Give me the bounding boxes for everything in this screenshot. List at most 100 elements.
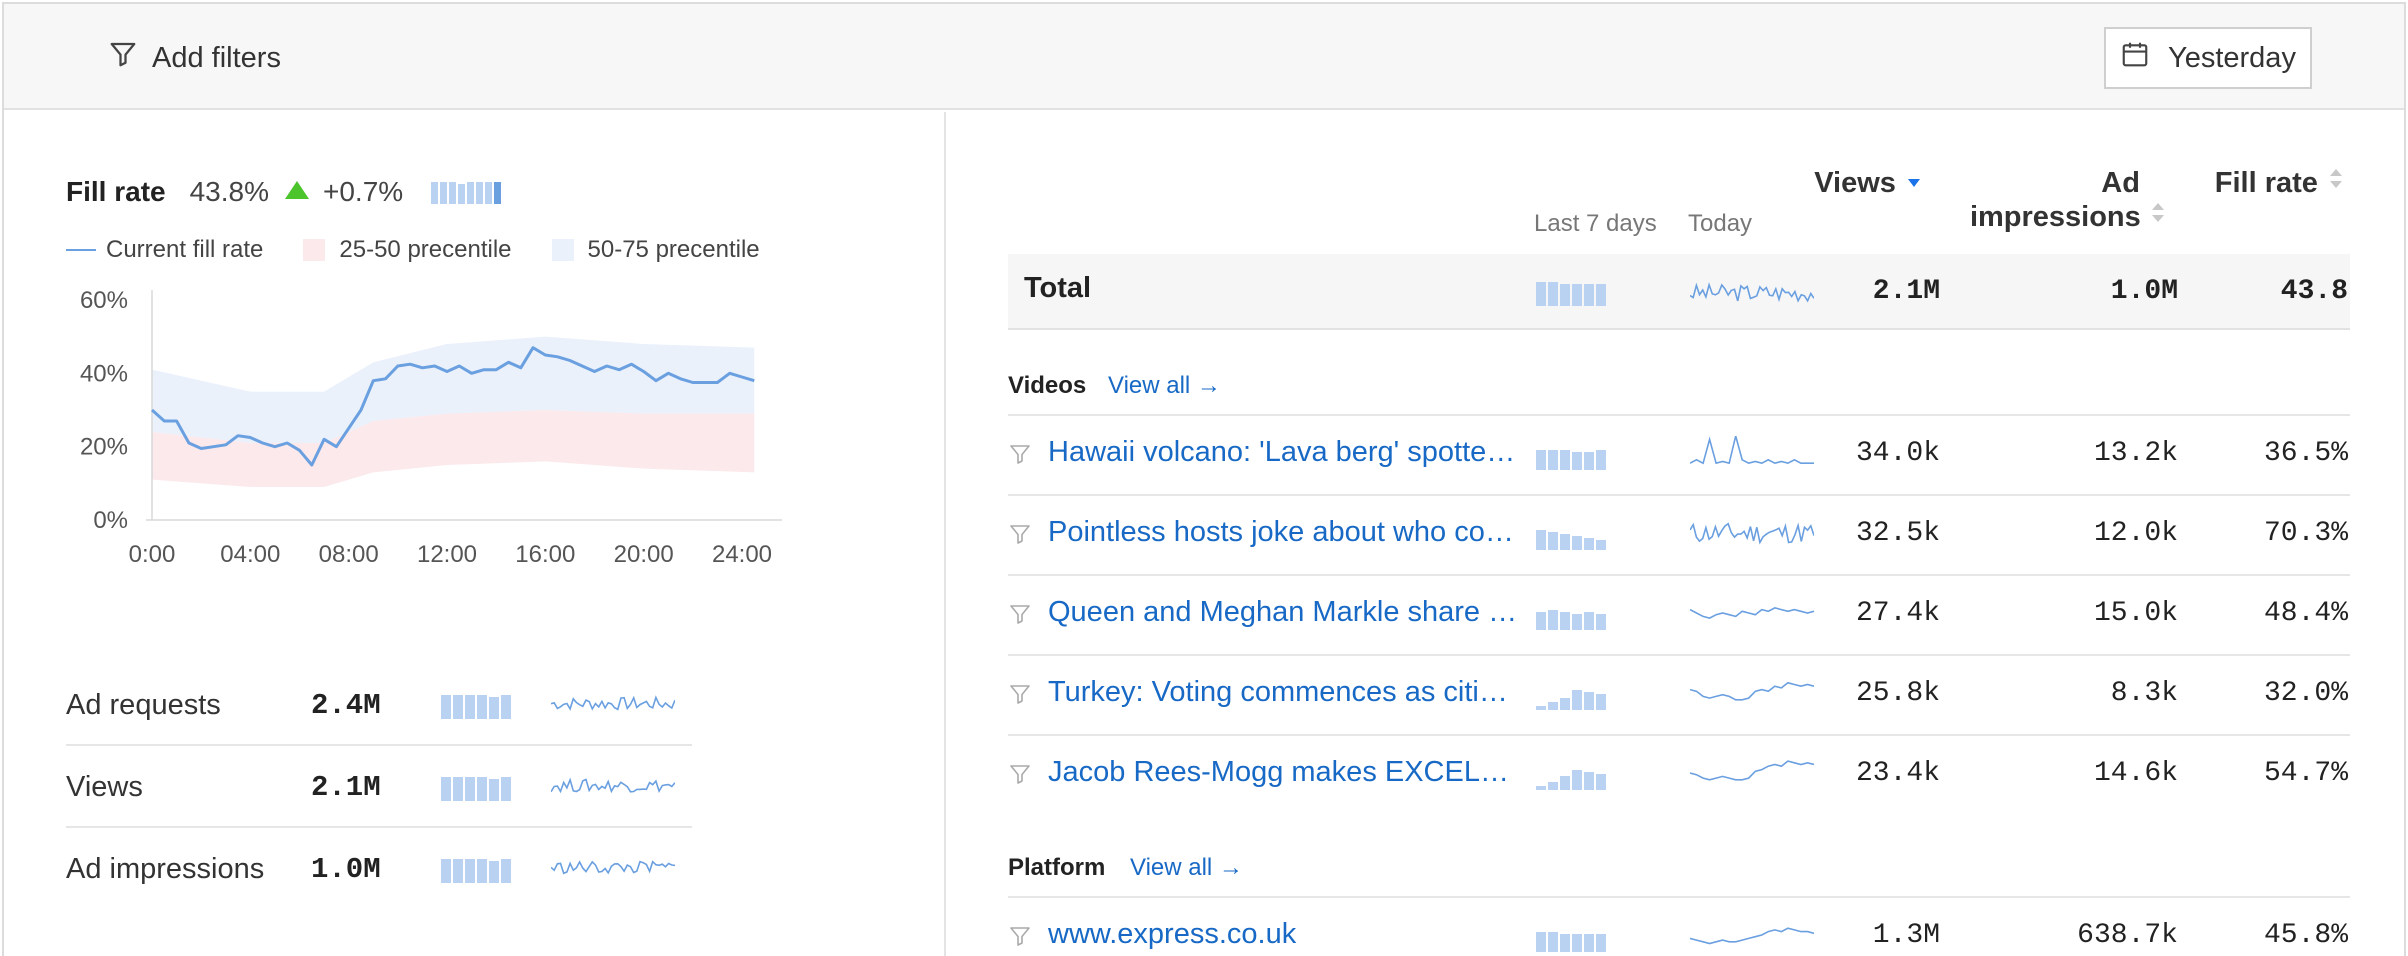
metric-bar xyxy=(489,779,499,801)
filter-bar: Add filters Yesterday xyxy=(4,4,2404,110)
fill-rate-mini-bars xyxy=(431,182,502,204)
row-line xyxy=(1690,607,1814,619)
row-title-link[interactable]: Pointless hosts joke about who coul... xyxy=(1048,516,1518,549)
view-all-link[interactable]: View all → xyxy=(1130,854,1243,882)
metric-bar xyxy=(501,695,511,719)
row-title-link[interactable]: www.express.co.uk xyxy=(1048,918,1518,951)
date-range-button[interactable]: Yesterday xyxy=(2104,27,2312,89)
metric-bar xyxy=(465,859,475,883)
view-all-link[interactable]: View all → xyxy=(1108,372,1221,400)
mini-bar xyxy=(431,182,439,204)
table-row: Pointless hosts joke about who coul... 32… xyxy=(1008,494,2350,574)
metric-sparkline xyxy=(551,695,675,711)
metric-bars xyxy=(441,695,511,719)
y-tick-label: 60% xyxy=(80,287,128,314)
add-filters-button[interactable]: Add filters xyxy=(108,38,281,78)
row-ad-impressions: 15.0k xyxy=(2093,598,2178,629)
row-fill-rate: 48.4% xyxy=(2263,598,2348,629)
mini-bar xyxy=(485,182,493,204)
metric-row: Views 2.1M xyxy=(66,746,692,828)
filter-icon[interactable] xyxy=(1008,602,1032,631)
row-bar xyxy=(1596,450,1606,470)
metric-bar xyxy=(501,859,511,883)
metric-bar xyxy=(453,859,463,883)
row-bar xyxy=(1536,706,1546,710)
metric-name: Ad impressions xyxy=(66,852,265,885)
row-fill-rate: 70.3% xyxy=(2263,518,2348,549)
row-title-link[interactable]: Jacob Rees-Mogg makes EXCELLEN... xyxy=(1048,756,1518,789)
row-bar xyxy=(1560,612,1570,630)
row-bar xyxy=(1572,614,1582,630)
row-bar xyxy=(1584,538,1594,550)
metric-bar xyxy=(453,777,463,801)
row-line xyxy=(1690,681,1814,701)
row-last7-bars xyxy=(1536,530,1606,550)
legend-50-75-label: 50-75 precentile xyxy=(587,236,760,263)
row-today-sparkline xyxy=(1690,522,1814,545)
section-title: Platform xyxy=(1008,854,1106,881)
x-tick-label: 16:00 xyxy=(515,541,575,568)
row-bar xyxy=(1560,698,1570,710)
row-bar xyxy=(1596,694,1606,710)
col-header-views[interactable]: Views xyxy=(1794,166,1924,200)
row-title-link[interactable]: Turkey: Voting commences as citizen... xyxy=(1048,676,1518,709)
metric-bar xyxy=(441,695,451,719)
col-header-ad-impressions[interactable]: Ad impressions xyxy=(1948,166,2168,234)
filter-icon[interactable] xyxy=(1008,762,1032,791)
y-tick-label: 0% xyxy=(93,507,128,534)
filter-icon[interactable] xyxy=(1008,682,1032,711)
row-ad-impressions: 12.0k xyxy=(2093,518,2178,549)
metric-bar xyxy=(477,695,487,719)
col-header-fill-rate-label: Fill rate xyxy=(2214,167,2318,199)
row-bar xyxy=(1596,934,1606,952)
col-header-fill-rate[interactable]: Fill rate xyxy=(2200,166,2346,200)
fill-rate-title: Fill rate xyxy=(66,176,166,207)
row-last7-bars xyxy=(1536,690,1606,710)
filter-icon[interactable] xyxy=(1008,442,1032,471)
table-row: Jacob Rees-Mogg makes EXCELLEN... 23.4k 14… xyxy=(1008,734,2350,814)
mini-bar xyxy=(458,184,466,204)
legend-current: Current fill rate xyxy=(66,236,263,264)
row-today-sparkline xyxy=(1690,927,1814,945)
metric-sparkline xyxy=(551,777,675,794)
metric-bar xyxy=(477,777,487,801)
metric-bars xyxy=(441,777,511,801)
x-tick-label: 04:00 xyxy=(220,541,280,568)
mini-bar xyxy=(440,182,448,204)
filter-icon[interactable] xyxy=(1008,522,1032,551)
row-bar xyxy=(1536,612,1546,630)
x-tick-label: 12:00 xyxy=(417,541,477,568)
fill-rate-header: Fill rate 43.8% +0.7% xyxy=(66,176,503,208)
legend-25-50: 25-50 precentile xyxy=(303,236,512,264)
total-ad-impressions: 1.0M xyxy=(2110,276,2178,307)
legend-50-75: 50-75 precentile xyxy=(551,236,760,264)
mini-bar xyxy=(449,182,457,204)
metric-bar xyxy=(441,777,451,801)
y-tick-label: 40% xyxy=(80,360,128,387)
filter-icon[interactable] xyxy=(1008,924,1032,953)
row-bar xyxy=(1560,934,1570,952)
row-ad-impressions: 638.7k xyxy=(2077,920,2178,951)
col-header-views-label: Views xyxy=(1814,167,1896,199)
fill-rate-delta: +0.7% xyxy=(323,176,404,207)
total-bar xyxy=(1560,284,1570,306)
total-fill-rate: 43.8 xyxy=(2280,276,2348,307)
row-fill-rate: 32.0% xyxy=(2263,678,2348,709)
row-bar xyxy=(1548,532,1558,550)
metric-value: 1.0M xyxy=(311,852,381,886)
row-bar xyxy=(1536,530,1546,550)
metric-name: Ad requests xyxy=(66,688,221,721)
row-title-link[interactable]: Queen and Meghan Markle share a... xyxy=(1048,596,1518,629)
row-bar xyxy=(1548,450,1558,470)
row-title-link[interactable]: Hawaii volcano: 'Lava berg' spotted... xyxy=(1048,436,1518,469)
x-tick-label: 0:00 xyxy=(129,541,176,568)
row-ad-impressions: 13.2k xyxy=(2093,438,2178,469)
legend-25-50-label: 25-50 precentile xyxy=(339,236,512,263)
row-bar xyxy=(1560,534,1570,550)
panel-divider xyxy=(944,112,946,956)
metric-bar xyxy=(489,861,499,883)
row-line xyxy=(1690,760,1814,781)
metric-row: Ad impressions 1.0M xyxy=(66,828,692,910)
row-bar xyxy=(1584,692,1594,710)
row-last7-bars xyxy=(1536,770,1606,790)
